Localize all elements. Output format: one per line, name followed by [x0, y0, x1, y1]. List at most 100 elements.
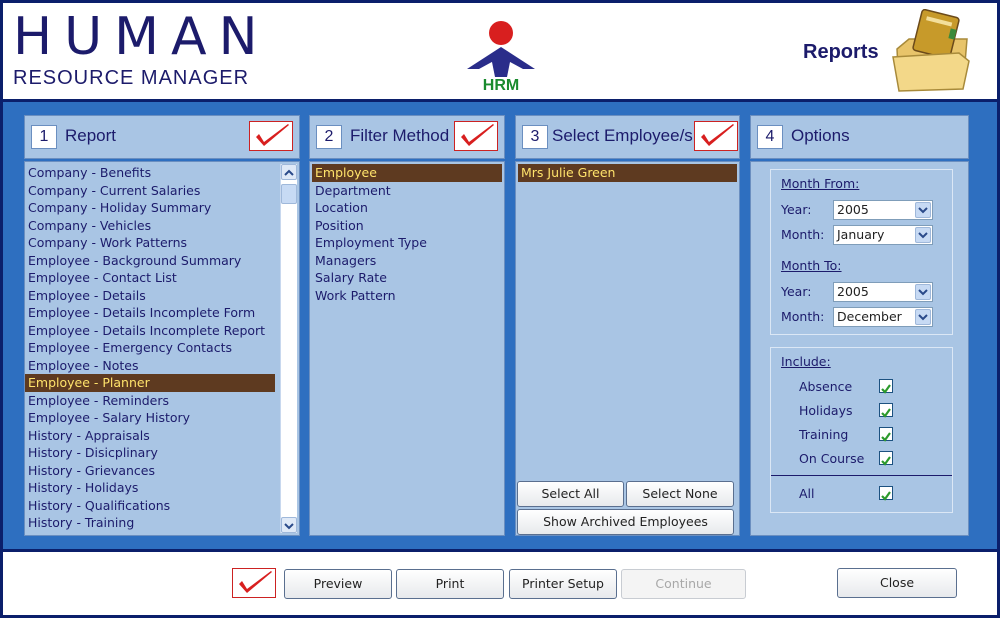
include-group: Include: Absence Holidays Training On Co… [770, 347, 953, 513]
scroll-down-button[interactable] [281, 517, 297, 533]
all-checkbox[interactable] [879, 486, 893, 501]
report-done-check-icon [249, 121, 293, 151]
from-month-select[interactable]: January [833, 225, 933, 245]
printer-setup-button[interactable]: Printer Setup [509, 569, 617, 599]
report-list-item[interactable]: Employee - Contact List [25, 269, 275, 287]
chevron-down-icon [918, 232, 928, 239]
ready-check-icon [232, 568, 276, 598]
report-list-item[interactable]: History - Disicplinary [25, 444, 275, 462]
filter-list-item[interactable]: Department [312, 182, 502, 200]
report-list-item[interactable]: Employee - Reminders [25, 392, 275, 410]
logo-main: HUMAN [13, 7, 270, 67]
dropdown-arrow[interactable] [915, 202, 931, 218]
options-box: Month From: Year: 2005 Month: January Mo… [750, 161, 969, 536]
report-list-item[interactable]: Employee - Notes [25, 357, 275, 375]
report-builder: 1 Report Company - Benefits Company - Cur… [3, 102, 997, 549]
report-list-item[interactable]: History - Holidays [25, 479, 275, 497]
filter-panel-header: 2 Filter Method [309, 115, 505, 159]
filter-list-item[interactable]: Work Pattern [312, 287, 502, 305]
filter-done-check-icon [454, 121, 498, 151]
report-list-item[interactable]: Employee - Salary History [25, 409, 275, 427]
month-to-heading: Month To: [781, 258, 842, 273]
from-year-select[interactable]: 2005 [833, 200, 933, 220]
to-year-select[interactable]: 2005 [833, 282, 933, 302]
filter-list-item[interactable]: Employment Type [312, 234, 502, 252]
filter-list-item[interactable]: Location [312, 199, 502, 217]
scroll-up-button[interactable] [281, 164, 297, 180]
chevron-down-icon [284, 523, 294, 530]
to-month-select[interactable]: December [833, 307, 933, 327]
from-month-label: Month: [781, 227, 825, 242]
report-list-item[interactable]: Employee - Details [25, 287, 275, 305]
report-list-item[interactable]: Employee - Emergency Contacts [25, 339, 275, 357]
report-list-box[interactable]: Company - Benefits Company - Current Sala… [24, 161, 300, 536]
preview-button[interactable]: Preview [284, 569, 392, 599]
report-list-item[interactable]: Company - Holiday Summary [25, 199, 275, 217]
on-course-label: On Course [799, 451, 865, 466]
employee-done-check-icon [694, 121, 738, 151]
absence-checkbox[interactable] [879, 379, 893, 394]
select-all-button[interactable]: Select All [517, 481, 624, 507]
dropdown-arrow[interactable] [915, 284, 931, 300]
from-month-value: January [837, 227, 885, 242]
checkmark-icon [881, 456, 891, 466]
checkmark-icon [881, 432, 891, 442]
filter-list-item[interactable]: Position [312, 217, 502, 235]
training-checkbox[interactable] [879, 427, 893, 442]
absence-label: Absence [799, 379, 853, 394]
show-archived-employees-button[interactable]: Show Archived Employees [517, 509, 734, 535]
scroll-thumb[interactable] [281, 184, 297, 204]
on-course-checkbox[interactable] [879, 451, 893, 466]
options-panel-title: Options [791, 126, 850, 145]
to-month-value: December [837, 309, 902, 324]
report-list-item[interactable]: Company - Benefits [25, 164, 275, 182]
filter-panel-title: Filter Method [350, 126, 450, 145]
header: HUMAN RESOURCE MANAGER HRM Reports [3, 3, 997, 100]
training-label: Training [799, 427, 849, 442]
hrm-logo-text: HUMAN RESOURCE MANAGER [13, 11, 270, 90]
select-none-button[interactable]: Select None [626, 481, 734, 507]
filter-list-item[interactable]: Employee [312, 164, 502, 182]
report-list-item[interactable]: Company - Vehicles [25, 217, 275, 235]
employee-panel-header: 3 Select Employee/s [515, 115, 740, 159]
report-list-item[interactable]: Company - Work Patterns [25, 234, 275, 252]
print-button[interactable]: Print [396, 569, 504, 599]
employee-list-item[interactable]: Mrs Julie Green [518, 164, 737, 182]
include-heading: Include: [781, 354, 831, 369]
include-separator [771, 475, 952, 476]
report-list-item[interactable]: History - Grievances [25, 462, 275, 480]
options-panel-header: 4 Options [750, 115, 969, 159]
report-list-item[interactable]: Employee - Details Incomplete Report [25, 322, 275, 340]
filter-list-box[interactable]: Employee Department Location Position Employ… [309, 161, 505, 536]
report-panel-header: 1 Report [24, 115, 300, 159]
step-number: 4 [757, 125, 783, 149]
report-list-item[interactable]: Employee - Details Incomplete Form [25, 304, 275, 322]
dropdown-arrow[interactable] [915, 309, 931, 325]
to-year-label: Year: [781, 284, 812, 299]
holidays-checkbox[interactable] [879, 403, 893, 418]
report-list-scrollbar[interactable] [280, 164, 297, 533]
continue-button[interactable]: Continue [621, 569, 746, 599]
report-panel-title: Report [65, 126, 117, 145]
holidays-label: Holidays [799, 403, 853, 418]
to-year-value: 2005 [837, 284, 869, 299]
report-list-item[interactable]: Employee - Background Summary [25, 252, 275, 270]
report-list-item[interactable]: Employee - Planner [25, 374, 275, 392]
reports-folder-icon [892, 9, 970, 92]
month-from-heading: Month From: [781, 176, 860, 191]
employee-list-box[interactable]: Mrs Julie Green [515, 161, 740, 536]
step-number: 3 [522, 125, 548, 149]
report-list-item[interactable]: History - Qualifications [25, 497, 275, 515]
logo-subtitle: RESOURCE MANAGER [13, 67, 250, 89]
report-list-item[interactable]: History - Appraisals [25, 427, 275, 445]
filter-list-item[interactable]: Managers [312, 252, 502, 270]
close-button[interactable]: Close [837, 568, 957, 598]
from-year-label: Year: [781, 202, 812, 217]
filter-list-item[interactable]: Salary Rate [312, 269, 502, 287]
chevron-down-icon [918, 207, 928, 214]
dropdown-arrow[interactable] [915, 227, 931, 243]
report-list-item[interactable]: History - Training [25, 514, 275, 532]
from-year-value: 2005 [837, 202, 869, 217]
checkmark-icon [881, 384, 891, 394]
report-list-item[interactable]: Company - Current Salaries [25, 182, 275, 200]
